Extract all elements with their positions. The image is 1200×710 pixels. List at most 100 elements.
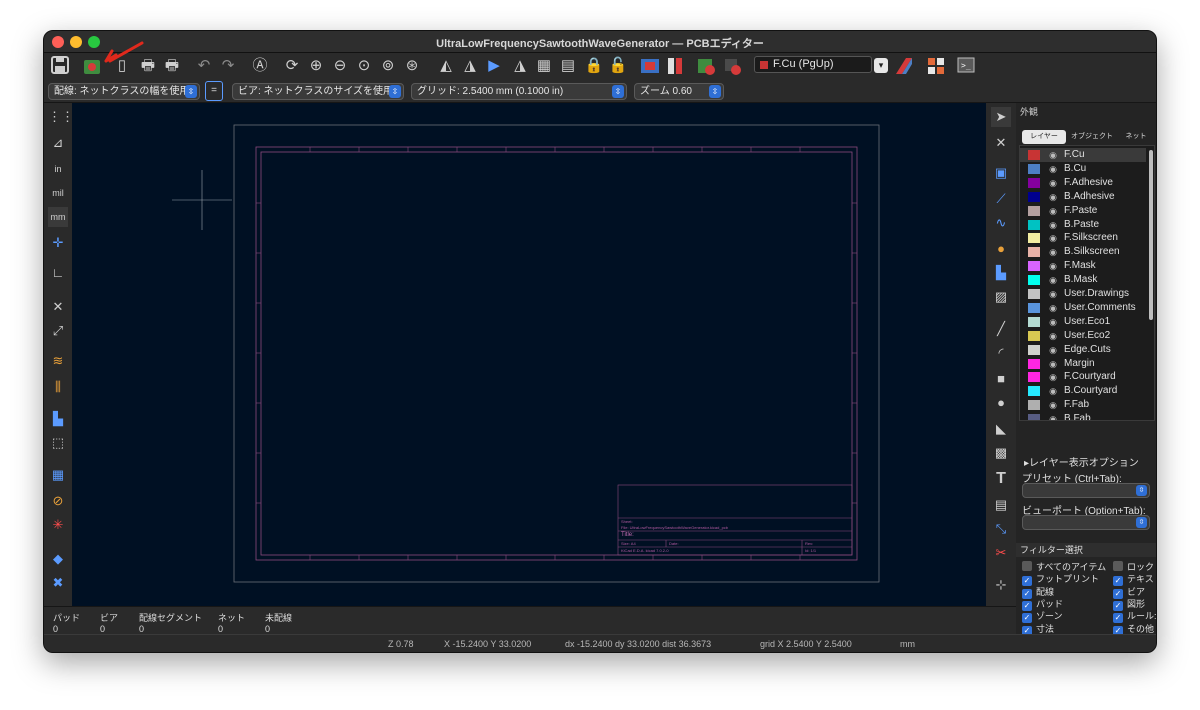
eye-icon[interactable]: ◉ xyxy=(1046,204,1060,218)
layer-list-scrollbar[interactable] xyxy=(1149,150,1153,320)
add-rule-area-icon[interactable]: ▨ xyxy=(991,287,1011,307)
tune-length-icon[interactable]: ∿ xyxy=(991,213,1011,233)
layer-color-swatch[interactable] xyxy=(1028,150,1040,160)
draw-line-icon[interactable]: ╱ xyxy=(991,319,1011,339)
cleanup-icon[interactable] xyxy=(722,56,742,76)
scripting-icon[interactable] xyxy=(926,56,946,76)
layer-color-swatch[interactable] xyxy=(1028,163,1040,174)
layer-row[interactable]: ◉ B.Mask xyxy=(1020,273,1146,287)
zoom-in-icon[interactable]: ⊕ xyxy=(306,56,326,76)
layer-display-options[interactable]: ▸レイヤー表示オプション xyxy=(1024,454,1139,469)
via-size-select[interactable]: ビア: ネットクラスのサイズを使用 ⇳ xyxy=(232,83,404,100)
preset-select[interactable]: ⇳ xyxy=(1022,483,1150,498)
layer-row[interactable]: ◉ F.Cu xyxy=(1020,148,1146,162)
layer-pair-icon[interactable] xyxy=(894,56,914,76)
layer-color-swatch[interactable] xyxy=(1028,400,1040,411)
layer-row[interactable]: ◉ User.Comments xyxy=(1020,301,1146,315)
group-icon[interactable]: ▦ xyxy=(534,56,554,76)
curved-ratsnest-icon[interactable]: ⤢ xyxy=(48,321,68,341)
page-settings-icon[interactable]: ▯ xyxy=(112,56,132,76)
track-display-icon[interactable]: ≋ xyxy=(48,351,68,371)
filter-checkbox[interactable]: すべてのアイテム xyxy=(1022,561,1106,573)
layer-row[interactable]: ◉ Margin xyxy=(1020,357,1146,371)
net-highlight-icon[interactable]: ▦ xyxy=(48,465,68,485)
ratsnest-icon[interactable]: ✕ xyxy=(48,297,68,317)
pad-display-icon[interactable]: ▙ xyxy=(48,409,68,429)
mm-units-icon[interactable]: mm xyxy=(48,207,68,227)
select-arrow-icon[interactable]: ➤ xyxy=(991,107,1011,127)
layer-row[interactable]: ◉ B.Cu xyxy=(1020,162,1146,176)
checkbox-unchecked-icon[interactable] xyxy=(1022,561,1032,571)
find-icon[interactable]: Ⓐ xyxy=(250,56,270,76)
flip-icon[interactable]: ▶ xyxy=(484,56,504,76)
appearance-toggle-icon[interactable]: ◆ xyxy=(48,549,68,569)
chevron-down-icon[interactable]: ▾ xyxy=(874,58,888,73)
polar-coords-icon[interactable]: ⊿ xyxy=(48,133,68,153)
layer-color-swatch[interactable] xyxy=(1028,261,1040,272)
axis-origin-icon[interactable]: ∟ xyxy=(48,263,68,283)
route-track-icon[interactable]: ⟋ xyxy=(991,189,1011,209)
layer-row[interactable]: ◉ F.Courtyard xyxy=(1020,370,1146,384)
eye-icon[interactable]: ◉ xyxy=(1046,218,1060,232)
plot-icon[interactable]: 🖶 xyxy=(162,56,182,76)
layer-row[interactable]: ◉ B.Paste xyxy=(1020,218,1146,232)
draw-polygon-icon[interactable]: ◣ xyxy=(991,419,1011,439)
layer-color-swatch[interactable] xyxy=(1028,372,1040,383)
drc-icon[interactable] xyxy=(696,56,716,76)
eye-icon[interactable]: ◉ xyxy=(1046,343,1060,357)
add-zone-icon[interactable]: ▙ xyxy=(991,263,1011,283)
print-icon[interactable]: 🖶 xyxy=(138,56,158,76)
eye-icon[interactable]: ◉ xyxy=(1046,176,1060,190)
layer-color-swatch[interactable] xyxy=(1028,177,1040,188)
cursor-shape-icon[interactable]: ✛ xyxy=(48,233,68,253)
zoom-select[interactable]: ズーム 0.60 ⇳ xyxy=(634,83,724,100)
grid-origin-icon[interactable]: ⊹ xyxy=(991,575,1011,595)
add-textbox-icon[interactable]: ▤ xyxy=(991,495,1011,515)
inch-units-icon[interactable]: in xyxy=(48,159,68,179)
layer-row[interactable]: ◉ F.Silkscreen xyxy=(1020,231,1146,245)
filter-checkbox[interactable]: ✓ ルール: xyxy=(1113,610,1156,624)
track-width-select[interactable]: 配線: ネットクラスの幅を使用 ⇳ xyxy=(48,83,200,100)
filter-checkbox[interactable]: ✓ ビア xyxy=(1113,586,1145,599)
layer-color-swatch[interactable] xyxy=(1028,289,1040,299)
eye-icon[interactable]: ◉ xyxy=(1046,329,1060,343)
rotate-cw-icon[interactable]: ◮ xyxy=(460,56,480,76)
filter-checkbox[interactable]: ロック xyxy=(1113,561,1154,573)
grid-select[interactable]: グリッド: 2.5400 mm (0.1000 in) ⇳ xyxy=(411,83,627,100)
eye-icon[interactable]: ◉ xyxy=(1046,357,1060,371)
eye-icon[interactable]: ◉ xyxy=(1046,231,1060,245)
viewport-select[interactable]: ⇳ xyxy=(1022,515,1150,530)
layer-color-swatch[interactable] xyxy=(1028,414,1040,420)
footprint-library-icon[interactable] xyxy=(666,56,686,76)
tools-icon[interactable]: ✖ xyxy=(48,573,68,593)
unlock-icon[interactable]: 🔓 xyxy=(608,56,628,76)
layer-color-swatch[interactable] xyxy=(1028,316,1040,327)
refresh-icon[interactable]: ⟳ xyxy=(282,56,302,76)
layer-color-swatch[interactable] xyxy=(1028,247,1040,258)
zone-outline-icon[interactable]: ⬚ xyxy=(48,433,68,453)
layer-row[interactable]: ◉ B.Courtyard xyxy=(1020,384,1146,398)
filter-checkbox[interactable]: ✓ 図形 xyxy=(1113,598,1145,611)
local-ratsnest-icon[interactable]: ✕ xyxy=(991,133,1011,153)
via-display-icon[interactable]: ⫼ xyxy=(48,377,68,397)
python-console-icon[interactable]: >_ xyxy=(956,56,976,76)
layer-color-swatch[interactable] xyxy=(1028,302,1040,313)
layer-row[interactable]: ◉ B.Fab xyxy=(1020,412,1146,420)
eye-icon[interactable]: ◉ xyxy=(1046,190,1060,204)
eye-icon[interactable]: ◉ xyxy=(1046,412,1060,420)
active-layer-select[interactable]: F.Cu (PgUp) xyxy=(754,56,872,73)
filter-checkbox[interactable]: ✓ 配線 xyxy=(1022,586,1054,599)
pcb-canvas[interactable]: Sheet: File: UltraLowFrequencySawtoothWa… xyxy=(72,103,986,606)
layer-color-swatch[interactable] xyxy=(1028,219,1040,230)
layer-color-swatch[interactable] xyxy=(1028,205,1040,216)
layer-color-swatch[interactable] xyxy=(1028,191,1040,202)
eye-icon[interactable]: ◉ xyxy=(1046,273,1060,287)
tab-layers[interactable]: レイヤー xyxy=(1022,130,1066,144)
add-via-icon[interactable]: ● xyxy=(991,239,1011,259)
add-text-icon[interactable]: T xyxy=(991,469,1011,489)
eye-icon[interactable]: ◉ xyxy=(1046,315,1060,329)
undo-icon[interactable]: ↶ xyxy=(194,56,214,76)
filter-checkbox[interactable]: ✓ ゾーン xyxy=(1022,610,1063,624)
high-contrast-icon[interactable]: ⊘ xyxy=(48,491,68,511)
tab-objects[interactable]: オブジェクト xyxy=(1068,130,1116,144)
